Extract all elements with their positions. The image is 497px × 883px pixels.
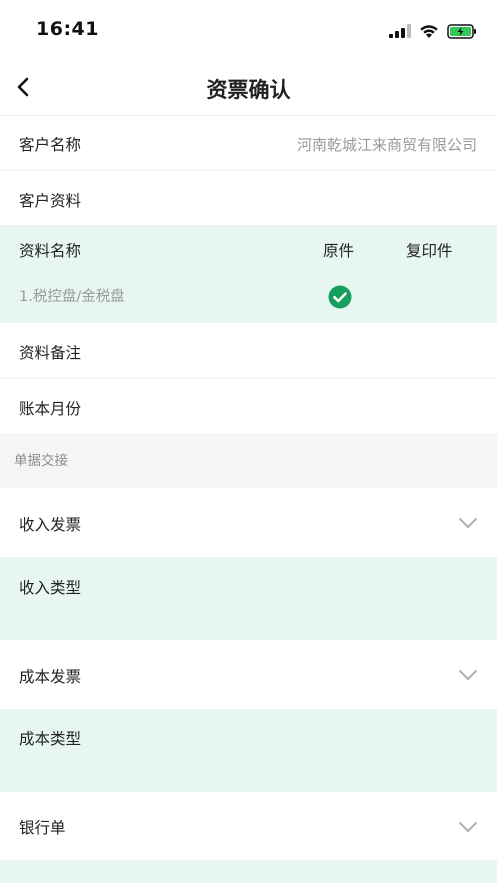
income-type-row: 收入类型 [0, 558, 497, 640]
status-time: 16:41 [36, 18, 99, 40]
chevron-down-icon[interactable] [457, 816, 479, 838]
ledger-month-label: 账本月份 [19, 400, 82, 418]
section-title: 单据交接 [14, 453, 68, 469]
cost-invoice-row[interactable]: 成本发票 [0, 640, 497, 710]
docs-header-name: 资料名称 [19, 242, 82, 260]
navigation-bar: 资票确认 [0, 58, 497, 116]
income-invoice-label: 收入发票 [19, 516, 82, 534]
bank-statement-row[interactable]: 银行单 [0, 792, 497, 861]
wifi-icon [420, 24, 438, 38]
doc-remark-row[interactable]: 资料备注 [0, 323, 497, 379]
income-type-label: 收入类型 [19, 579, 82, 597]
customer-name-label: 客户名称 [19, 136, 82, 154]
doc-remark-label: 资料备注 [19, 344, 82, 362]
cellular-signal-icon [389, 24, 411, 38]
cost-type-row: 成本类型 [0, 710, 497, 792]
page-title: 资票确认 [206, 78, 291, 102]
bank-statement-label: 银行单 [19, 819, 66, 837]
check-circle-icon[interactable] [328, 285, 352, 309]
status-bar: 16:41 [0, 0, 497, 58]
ledger-month-row[interactable]: 账本月份 [0, 379, 497, 435]
battery-charging-icon [447, 23, 476, 39]
cost-type-label: 成本类型 [19, 730, 82, 748]
customer-name-value: 河南乾城江来商贸有限公司 [296, 136, 477, 154]
status-icons [389, 21, 477, 41]
income-invoice-row[interactable]: 收入发票 [0, 488, 497, 558]
section-header: 单据交接 [0, 435, 497, 488]
chevron-down-icon[interactable] [457, 512, 479, 534]
doc-item-name: 1.税控盘/金税盘 [19, 289, 125, 305]
docs-header-original: 原件 [323, 242, 355, 260]
docs-header-copy: 复印件 [406, 242, 453, 260]
customer-name-row: 客户名称 河南乾城江来商贸有限公司 [0, 117, 497, 171]
cost-invoice-label: 成本发票 [19, 668, 82, 686]
customer-docs-row: 客户资料 [0, 171, 497, 226]
bank-type-row [0, 861, 497, 883]
customer-docs-label: 客户资料 [19, 192, 82, 210]
chevron-down-icon[interactable] [457, 664, 479, 686]
docs-table: 资料名称 原件 复印件 1.税控盘/金税盘 [0, 226, 497, 323]
